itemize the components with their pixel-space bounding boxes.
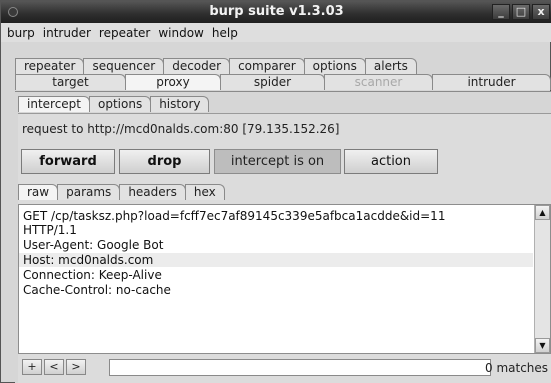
request-line[interactable]: User-Agent: Google Bot — [23, 238, 163, 252]
action-button[interactable]: action — [344, 149, 438, 174]
menu-intruder[interactable]: intruder — [40, 26, 96, 40]
drop-button[interactable]: drop — [119, 149, 210, 174]
tab-comparer[interactable]: comparer — [229, 58, 305, 74]
tab-proxy[interactable]: proxy — [125, 74, 221, 90]
request-line[interactable]: HTTP/1.1 — [23, 223, 77, 237]
tab-params[interactable]: params — [57, 184, 121, 200]
tab-intercept[interactable]: intercept — [18, 96, 90, 112]
tab-spider[interactable]: spider — [220, 74, 325, 90]
close-button[interactable]: x — [532, 4, 550, 20]
menu-burp[interactable]: burp — [4, 26, 40, 40]
maximize-button[interactable]: □ — [512, 4, 530, 20]
tab-headers[interactable]: headers — [119, 184, 186, 200]
request-line[interactable]: GET /cp/tasksz.php?load=fcff7ec7af89145c… — [23, 209, 445, 223]
forward-button[interactable]: forward — [21, 149, 115, 174]
request-target-label: request to http://mcd0nalds.com:80 [79.1… — [22, 122, 340, 136]
request-line[interactable]: Connection: Keep-Alive — [23, 268, 162, 282]
burp-window: burp suite v1.3.03 _ □ x burp intruder r… — [0, 0, 551, 383]
tab-raw[interactable]: raw — [18, 184, 59, 200]
menu-repeater[interactable]: repeater — [96, 26, 155, 40]
tab-proxy-options[interactable]: options — [89, 96, 152, 112]
title-bar[interactable]: burp suite v1.3.03 _ □ x — [1, 1, 551, 23]
previous-match-button[interactable]: < — [44, 359, 64, 375]
menu-window[interactable]: window — [155, 26, 209, 40]
top-tab-row: repeater sequencer decoder comparer opti… — [15, 58, 417, 74]
proxy-sub-tabs: intercept options history — [18, 96, 210, 112]
tab-options[interactable]: options — [303, 58, 366, 74]
tab-alerts[interactable]: alerts — [364, 58, 417, 74]
add-search-button[interactable]: + — [22, 359, 42, 375]
menu-bar: burp intruder repeater window help — [1, 23, 551, 42]
main-tab-row: target proxy spider scanner intruder — [15, 74, 551, 90]
window-title: burp suite v1.3.03 — [209, 4, 344, 19]
scroll-down-icon[interactable]: ▼ — [535, 338, 550, 353]
tab-decoder[interactable]: decoder — [163, 58, 231, 74]
menu-help[interactable]: help — [209, 26, 243, 40]
search-input[interactable] — [109, 359, 491, 376]
tab-scanner[interactable]: scanner — [324, 74, 433, 90]
view-tabs: raw params headers hex — [18, 184, 225, 200]
request-line[interactable]: Host: mcd0nalds.com — [19, 253, 533, 267]
tab-history[interactable]: history — [150, 96, 210, 112]
editor-scrollbar[interactable]: ▲ ▼ — [534, 205, 550, 353]
request-line[interactable]: Cache-Control: no-cache — [23, 283, 171, 297]
scroll-up-icon[interactable]: ▲ — [535, 205, 550, 220]
tab-hex[interactable]: hex — [184, 184, 225, 200]
intercept-toggle-button[interactable]: intercept is on — [214, 149, 341, 174]
tab-intruder[interactable]: intruder — [432, 74, 551, 90]
tab-repeater[interactable]: repeater — [15, 58, 85, 74]
tab-target[interactable]: target — [15, 74, 126, 90]
search-bar: + < > 0 matches — [18, 356, 551, 380]
tab-sequencer[interactable]: sequencer — [83, 58, 165, 74]
next-match-button[interactable]: > — [66, 359, 86, 375]
match-count: 0 matches — [485, 361, 549, 375]
request-editor[interactable]: GET /cp/tasksz.php?load=fcff7ec7af89145c… — [18, 204, 551, 354]
minimize-button[interactable]: _ — [492, 4, 510, 20]
